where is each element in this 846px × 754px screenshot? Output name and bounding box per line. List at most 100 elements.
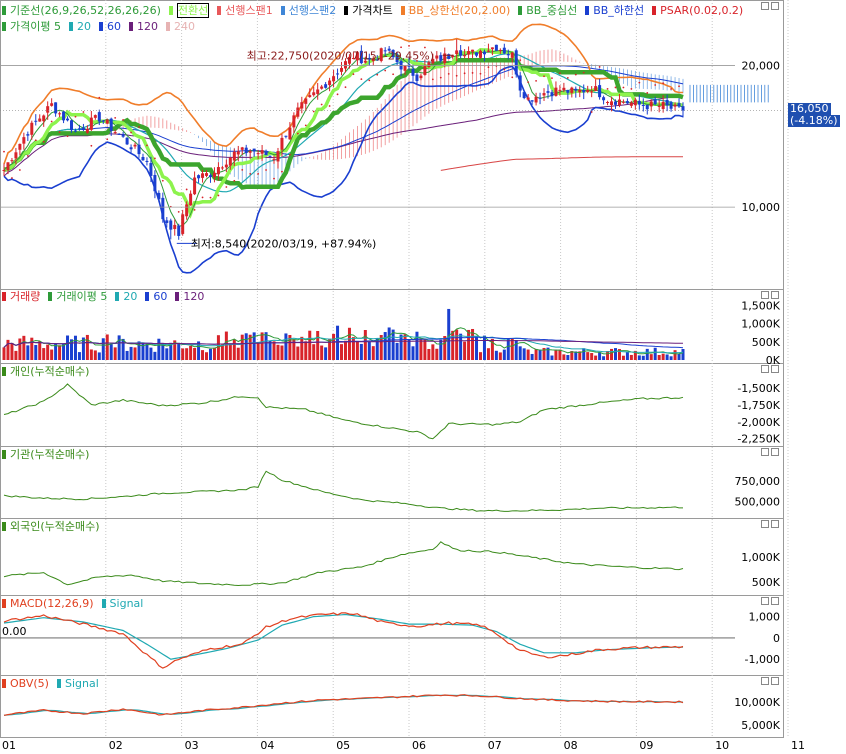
legend-entry[interactable]: PSAR(0.02,0.2) <box>652 4 747 17</box>
candle-body <box>205 173 209 176</box>
low-annotation: 최저:8,540(2020/03/19, +87.94%) <box>191 237 377 250</box>
volume-bar <box>189 345 193 360</box>
legend-entry[interactable]: 가격차트 <box>344 4 396 17</box>
candle-body <box>586 89 590 92</box>
legend-entry[interactable]: MACD(12,26,9) <box>2 597 98 610</box>
candle-body <box>324 84 328 88</box>
legend-entry[interactable]: 240 <box>165 20 199 33</box>
pane-minimize-button[interactable] <box>761 448 769 456</box>
candle-body <box>244 147 248 154</box>
psar-dot <box>138 126 140 128</box>
volume-bar <box>439 339 443 360</box>
legend-entry[interactable]: 60 <box>98 20 125 33</box>
volume-bar <box>89 349 93 360</box>
legend-label: 60 <box>106 20 121 33</box>
psar-dot <box>312 110 315 113</box>
psar-dot <box>177 210 180 213</box>
legend-entry[interactable]: 20 <box>68 20 95 33</box>
candle-body <box>617 99 621 106</box>
candle-body <box>288 127 292 140</box>
candle-body <box>256 153 260 155</box>
candle-body <box>403 65 407 71</box>
volume-bar <box>109 344 113 360</box>
psar-dot <box>622 86 625 89</box>
legend-entry[interactable]: 60 <box>145 290 171 303</box>
legend-entry[interactable]: 선행스팬2 <box>280 4 340 17</box>
legend-entry[interactable]: BB_상한선(20,2.00) <box>400 4 515 17</box>
volume-bar <box>419 338 423 360</box>
legend-entry[interactable]: Signal <box>101 597 148 610</box>
psar-dot <box>273 177 275 180</box>
pane-maximize-button[interactable] <box>771 677 779 685</box>
volume-bar <box>201 350 205 360</box>
psar-dot <box>376 73 379 76</box>
legend-swatch <box>2 292 6 301</box>
legend-label: 기관(누적순매수) <box>10 448 90 461</box>
psar-dot <box>209 196 212 199</box>
volume-bar <box>526 349 530 360</box>
volume-bar <box>538 349 542 360</box>
pane-maximize-button[interactable] <box>771 520 779 528</box>
pane-minimize-button[interactable] <box>761 520 769 528</box>
volume-bar <box>50 349 54 360</box>
pane-maximize-button[interactable] <box>771 291 779 299</box>
pane-maximize-button[interactable] <box>771 2 779 10</box>
pane-minimize-button[interactable] <box>761 365 769 373</box>
pane-maximize-button[interactable] <box>771 597 779 605</box>
volume-bar <box>359 343 363 360</box>
candle-body <box>463 55 467 57</box>
candle-body <box>606 101 610 103</box>
chart-canvas: 01 02 03 04 05 06 07 08 09 10 11 20,000 10,000 최고:22,… <box>0 0 805 752</box>
candle-body <box>157 192 161 200</box>
legend-entry[interactable]: 120 <box>175 290 208 303</box>
pane-maximize-button[interactable] <box>771 365 779 373</box>
pane-maximize-button[interactable] <box>771 448 779 456</box>
candle-body <box>613 101 617 105</box>
psar-dot <box>185 188 188 191</box>
legend-label: 전환선 <box>176 3 210 18</box>
candle-body <box>653 99 657 105</box>
legend-entry[interactable]: 120 <box>128 20 162 33</box>
legend-entry[interactable]: 거래량 <box>2 290 44 303</box>
volume-bar <box>153 351 157 360</box>
legend-entry[interactable]: 개인(누적순매수) <box>2 365 93 378</box>
psar-dot <box>574 73 577 76</box>
volume-bar <box>264 332 268 360</box>
volume-bar <box>411 346 415 360</box>
volume-bar <box>399 334 403 360</box>
psar-dot <box>201 196 204 199</box>
pane-minimize-button[interactable] <box>761 291 769 299</box>
y-tick-label: -1,500K <box>737 382 780 395</box>
candle-body <box>574 88 578 91</box>
legend-entry[interactable]: 20 <box>115 290 141 303</box>
legend-entry[interactable]: 가격이평 5 <box>2 20 65 33</box>
psar-dot <box>479 72 482 75</box>
legend-swatch <box>145 292 150 301</box>
legend-entry[interactable]: BB_중심선 <box>518 4 581 17</box>
legend-entry[interactable]: 기준선(26,9,26,52,26,26,26) <box>2 4 165 17</box>
candle-body <box>661 102 665 109</box>
volume-bar <box>641 355 645 360</box>
pane-minimize-button[interactable] <box>761 597 769 605</box>
legend-entry[interactable]: 거래이평 5 <box>48 290 111 303</box>
candle-body <box>26 134 30 136</box>
psar-dot <box>3 150 5 153</box>
volume-bar <box>451 330 455 360</box>
candle-body <box>133 144 137 147</box>
legend-entry[interactable]: Signal <box>56 677 103 690</box>
pane-minimize-button[interactable] <box>761 2 769 10</box>
psar-dot <box>130 131 132 134</box>
legend-entry[interactable]: 외국인(누적순매수) <box>2 520 104 533</box>
legend-entry[interactable]: 선행스팬1 <box>217 4 276 17</box>
candle-body <box>415 74 419 81</box>
pane-minimize-button[interactable] <box>761 677 769 685</box>
legend-entry[interactable]: 기관(누적순매수) <box>2 448 93 461</box>
volume-bar <box>260 332 264 360</box>
volume-bar <box>534 348 538 360</box>
legend-label: 가격차트 <box>352 4 393 17</box>
candle-body <box>212 172 216 178</box>
macd-zero-label: 0.00 <box>2 625 27 638</box>
legend-entry[interactable]: OBV(5) <box>2 677 53 690</box>
legend-entry[interactable]: BB_하한선 <box>585 4 648 17</box>
legend-entry[interactable]: 전환선 <box>168 3 213 18</box>
